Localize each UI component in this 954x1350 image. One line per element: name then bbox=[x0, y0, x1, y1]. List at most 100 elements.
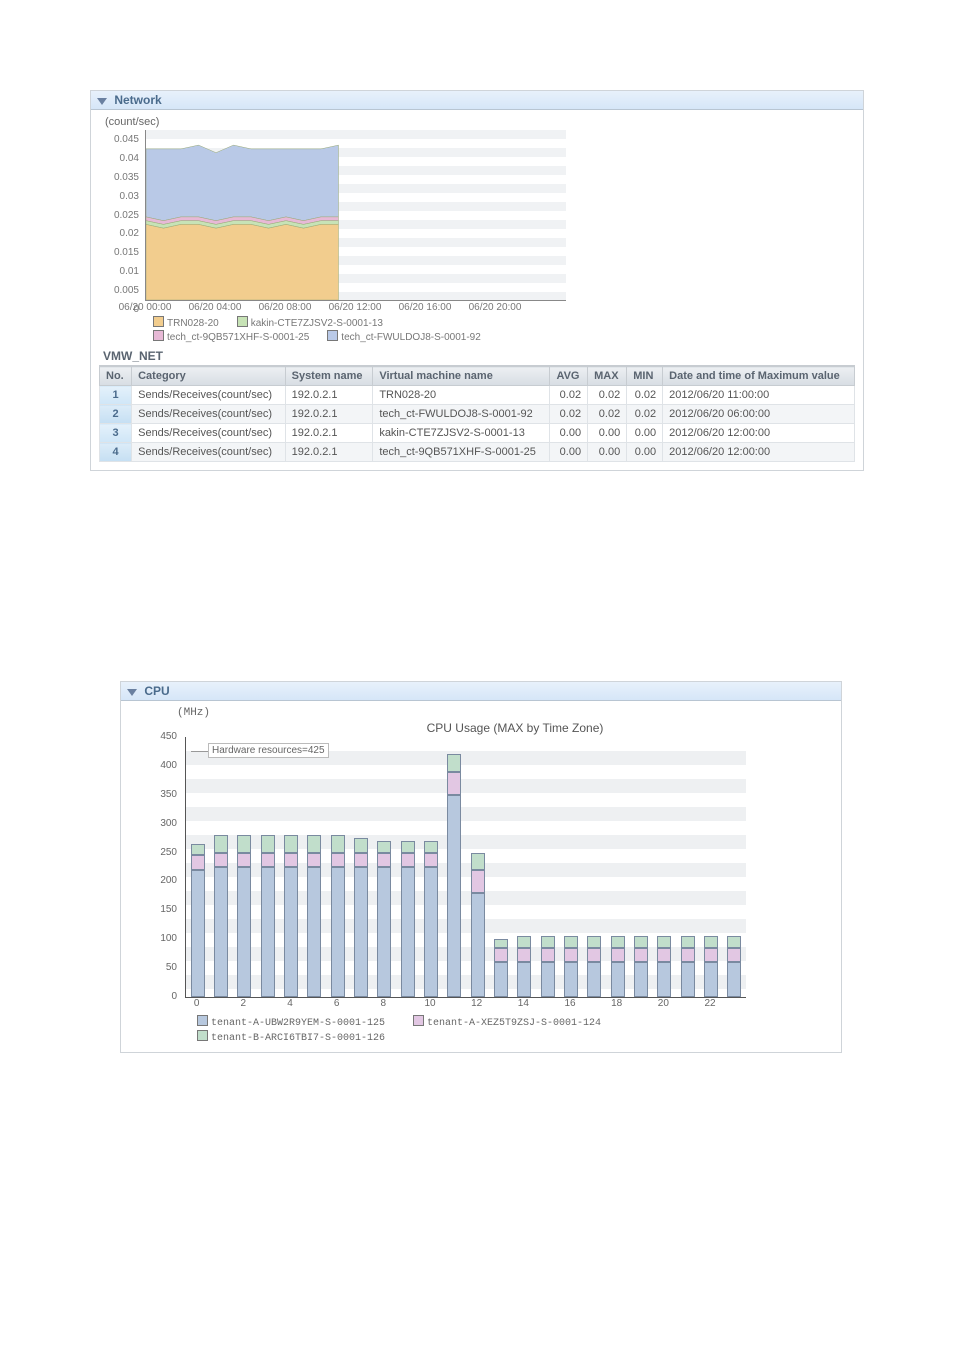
table-column-header[interactable]: System name bbox=[285, 367, 373, 386]
y-tick: 0.005 bbox=[103, 285, 139, 296]
cpu-panel-header[interactable]: CPU bbox=[121, 682, 841, 701]
x-tick: 16 bbox=[564, 998, 575, 1009]
collapse-icon[interactable] bbox=[127, 689, 137, 696]
bar-segment bbox=[494, 948, 508, 962]
bar-segment bbox=[261, 853, 275, 867]
x-tick: 20 bbox=[658, 998, 669, 1009]
bar-segment bbox=[191, 870, 205, 997]
bar-segment bbox=[237, 853, 251, 867]
bar-segment bbox=[517, 936, 531, 948]
table-cell: 2 bbox=[100, 405, 132, 424]
bar-segment bbox=[447, 795, 461, 997]
table-cell: 1 bbox=[100, 386, 132, 405]
collapse-icon[interactable] bbox=[97, 98, 107, 105]
y-tick: 0 bbox=[137, 991, 177, 1002]
table-column-header[interactable]: MIN bbox=[627, 367, 663, 386]
bar-segment bbox=[191, 855, 205, 869]
bar-segment bbox=[307, 867, 321, 997]
table-cell: 0.02 bbox=[550, 386, 588, 405]
table-row[interactable]: 3Sends/Receives(count/sec)192.0.2.1kakin… bbox=[100, 424, 855, 443]
legend-swatch bbox=[237, 316, 248, 327]
table-column-header[interactable]: AVG bbox=[550, 367, 588, 386]
network-legend: TRN028-20kakin-CTE7ZJSV2-S-0001-13tech_c… bbox=[153, 315, 543, 343]
bar-segment bbox=[471, 870, 485, 893]
y-tick: 350 bbox=[137, 789, 177, 800]
bar-segment bbox=[377, 841, 391, 853]
bar-segment bbox=[424, 867, 438, 997]
bar-segment bbox=[494, 962, 508, 997]
y-tick: 150 bbox=[137, 904, 177, 915]
bar-segment bbox=[681, 948, 695, 962]
x-tick: 06/20 00:00 bbox=[119, 302, 172, 313]
bar-segment bbox=[611, 948, 625, 962]
x-tick: 18 bbox=[611, 998, 622, 1009]
bar-segment bbox=[634, 936, 648, 948]
table-cell: 192.0.2.1 bbox=[285, 386, 373, 405]
bar-segment bbox=[401, 841, 415, 853]
bar-segment bbox=[261, 835, 275, 852]
y-tick: 50 bbox=[137, 962, 177, 973]
bar-segment bbox=[354, 838, 368, 852]
table-column-header[interactable]: Category bbox=[132, 367, 286, 386]
table-cell: 0.00 bbox=[588, 424, 627, 443]
table-cell: 0.00 bbox=[588, 443, 627, 462]
x-tick: 10 bbox=[424, 998, 435, 1009]
bar-segment bbox=[214, 835, 228, 852]
bar-segment bbox=[657, 962, 671, 997]
network-panel-header[interactable]: Network bbox=[91, 91, 863, 110]
network-chart: Count for Data Sent/Received over Networ… bbox=[103, 130, 543, 343]
bar-segment bbox=[401, 853, 415, 867]
bar-segment bbox=[541, 936, 555, 948]
cpu-panel-title: CPU bbox=[144, 684, 169, 698]
bar-segment bbox=[214, 867, 228, 997]
bar-segment bbox=[377, 867, 391, 997]
bar-segment bbox=[261, 867, 275, 997]
y-tick: 400 bbox=[137, 760, 177, 771]
bar-segment bbox=[704, 962, 718, 997]
cpu-plot-area: Hardware resources=425 bbox=[185, 737, 746, 998]
bar-segment bbox=[517, 948, 531, 962]
table-row[interactable]: 4Sends/Receives(count/sec)192.0.2.1tech_… bbox=[100, 443, 855, 462]
table-cell: 0.02 bbox=[627, 386, 663, 405]
bar-segment bbox=[541, 948, 555, 962]
network-panel: Network (count/sec) Count for Data Sent/… bbox=[90, 90, 864, 471]
table-cell: 4 bbox=[100, 443, 132, 462]
bar-segment bbox=[191, 844, 205, 856]
table-cell: 0.00 bbox=[627, 424, 663, 443]
table-cell: tech_ct-FWULDOJ8-S-0001-92 bbox=[373, 405, 550, 424]
bar-segment bbox=[634, 948, 648, 962]
x-tick: 22 bbox=[704, 998, 715, 1009]
bar-segment bbox=[587, 962, 601, 997]
table-column-header[interactable]: MAX bbox=[588, 367, 627, 386]
table-cell: 0.02 bbox=[588, 386, 627, 405]
x-tick: 4 bbox=[287, 998, 293, 1009]
table-row[interactable]: 1Sends/Receives(count/sec)192.0.2.1TRN02… bbox=[100, 386, 855, 405]
bar-segment bbox=[704, 936, 718, 948]
y-tick: 0.045 bbox=[103, 134, 139, 145]
table-cell: Sends/Receives(count/sec) bbox=[132, 443, 286, 462]
table-row[interactable]: 2Sends/Receives(count/sec)192.0.2.1tech_… bbox=[100, 405, 855, 424]
cpu-y-ticks: 050100150200250300350400450 bbox=[137, 737, 181, 997]
bar-segment bbox=[611, 936, 625, 948]
bar-segment bbox=[424, 841, 438, 853]
bar-segment bbox=[307, 835, 321, 852]
table-cell: 192.0.2.1 bbox=[285, 443, 373, 462]
y-tick: 0.025 bbox=[103, 210, 139, 221]
table-column-header[interactable]: Date and time of Maximum value bbox=[663, 367, 855, 386]
table-cell: 2012/06/20 06:00:00 bbox=[663, 405, 855, 424]
y-tick: 0.03 bbox=[103, 191, 139, 202]
table-cell: Sends/Receives(count/sec) bbox=[132, 405, 286, 424]
table-column-header[interactable]: Virtual machine name bbox=[373, 367, 550, 386]
bar-segment bbox=[727, 948, 741, 962]
bar-segment bbox=[354, 867, 368, 997]
table-column-header[interactable]: No. bbox=[100, 367, 132, 386]
table-cell: 3 bbox=[100, 424, 132, 443]
bar-segment bbox=[307, 853, 321, 867]
bar-segment bbox=[447, 754, 461, 771]
bar-segment bbox=[541, 962, 555, 997]
bar-segment bbox=[681, 962, 695, 997]
network-plot-area bbox=[145, 130, 566, 301]
legend-item: TRN028-20 bbox=[153, 315, 219, 329]
table-cell: 192.0.2.1 bbox=[285, 405, 373, 424]
table-cell: 0.02 bbox=[588, 405, 627, 424]
